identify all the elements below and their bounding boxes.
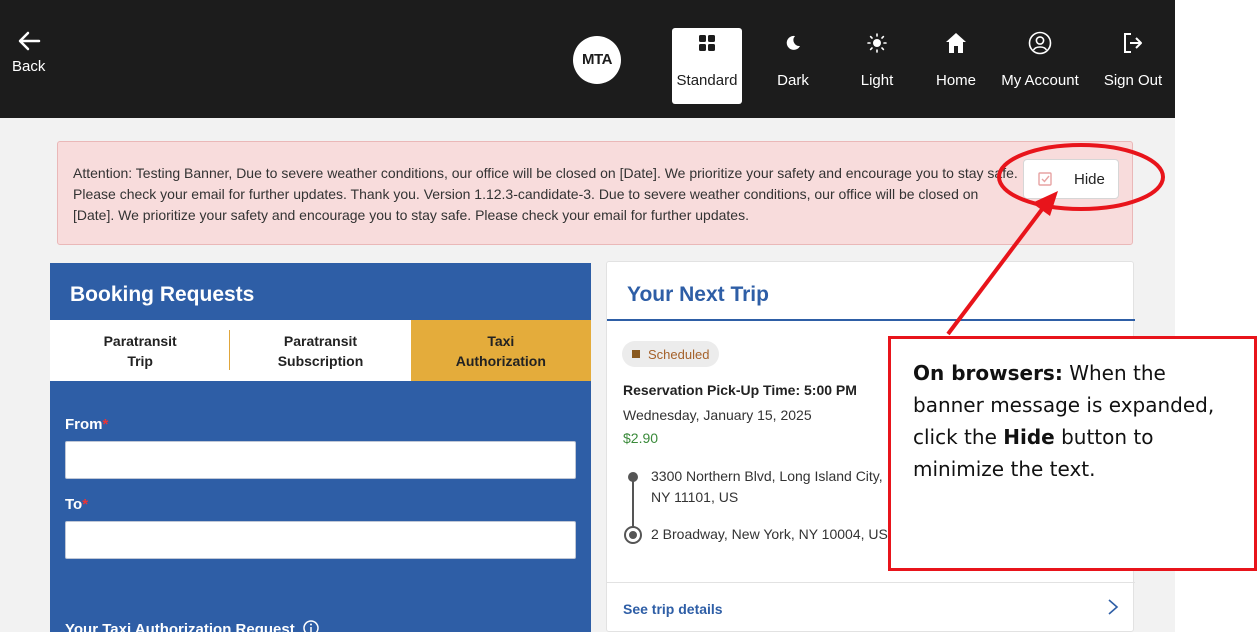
- destination-marker-icon: [624, 526, 642, 544]
- grid-icon: [672, 28, 742, 58]
- status-square-icon: [632, 350, 640, 358]
- to-input[interactable]: [65, 521, 576, 559]
- required-mark: *: [102, 416, 109, 433]
- nav-light-theme[interactable]: Light: [852, 28, 902, 102]
- back-button[interactable]: Back: [12, 30, 45, 75]
- nav-home-label: Home: [935, 72, 976, 89]
- sign-out-icon: [1098, 28, 1168, 58]
- origin-dot-icon: [628, 472, 638, 482]
- chevron-right-icon[interactable]: [1107, 598, 1119, 616]
- from-input[interactable]: [65, 441, 576, 479]
- account-icon: [994, 28, 1086, 58]
- title-underline: [607, 319, 1135, 321]
- hide-banner-button[interactable]: Hide: [1023, 159, 1119, 199]
- status-label: Scheduled: [648, 346, 710, 362]
- destination-address: 2 Broadway, New York, NY 10004, US: [651, 526, 888, 542]
- nav-dark-label: Dark: [777, 72, 809, 89]
- tab-label: Taxi Authorization: [455, 332, 546, 369]
- required-mark: *: [82, 496, 89, 513]
- see-trip-details-link[interactable]: See trip details: [623, 601, 723, 617]
- to-label: To*: [65, 496, 89, 513]
- nav-standard-theme[interactable]: Standard: [672, 28, 742, 104]
- nav-dark-theme[interactable]: Dark: [768, 28, 818, 102]
- arrow-left-icon: [18, 31, 40, 51]
- trip-fare: $2.90: [623, 430, 659, 446]
- booking-title: Booking Requests: [70, 283, 255, 306]
- nav-my-account[interactable]: My Account: [994, 28, 1086, 102]
- mta-logo: MTA: [573, 36, 621, 84]
- nav-sign-out[interactable]: Sign Out: [1098, 28, 1168, 102]
- booking-requests-card: Booking Requests Paratransit Trip Paratr…: [50, 263, 591, 632]
- collapse-icon: [1038, 172, 1052, 186]
- home-icon: [928, 28, 984, 58]
- tab-label: Paratransit Subscription: [277, 332, 364, 369]
- nav-sign-out-label: Sign Out: [1103, 72, 1163, 89]
- tab-taxi-authorization[interactable]: Taxi Authorization: [410, 320, 591, 381]
- pickup-time: Reservation Pick-Up Time: 5:00 PM: [623, 382, 857, 398]
- nav-my-account-label: My Account: [1001, 72, 1079, 89]
- tab-label: Paratransit Trip: [103, 332, 177, 369]
- banner-message: Attention: Testing Banner, Due to severe…: [73, 165, 1018, 223]
- top-navigation-bar: Back MTA Standard Dark Light Home My Acc…: [0, 0, 1175, 118]
- nav-light-label: Light: [860, 72, 894, 89]
- from-label: From*: [65, 416, 109, 433]
- callout-lead: On browsers:: [913, 361, 1063, 385]
- annotation-callout: On browsers: When the banner message is …: [888, 336, 1257, 571]
- trip-date: Wednesday, January 15, 2025: [623, 407, 812, 423]
- callout-hide-word: Hide: [1003, 425, 1055, 449]
- sun-icon: [852, 28, 902, 58]
- nav-standard-label: Standard: [676, 72, 738, 89]
- status-badge: Scheduled: [622, 341, 720, 367]
- tab-paratransit-trip[interactable]: Paratransit Trip: [50, 320, 231, 381]
- divider: [607, 582, 1135, 583]
- hide-button-label: Hide: [1074, 170, 1105, 188]
- moon-icon: [768, 28, 818, 58]
- alert-banner: Attention: Testing Banner, Due to severe…: [57, 141, 1133, 245]
- nav-home[interactable]: Home: [928, 28, 984, 102]
- back-label: Back: [12, 58, 46, 75]
- route-line: [632, 477, 634, 529]
- tab-paratransit-subscription[interactable]: Paratransit Subscription: [230, 320, 410, 381]
- booking-tabs: Paratransit Trip Paratransit Subscriptio…: [50, 320, 591, 381]
- taxi-authorization-request-heading: Your Taxi Authorization Request: [65, 620, 319, 632]
- next-trip-title: Your Next Trip: [627, 283, 769, 306]
- info-icon[interactable]: [303, 620, 319, 632]
- origin-address: 3300 Northern Blvd, Long Island City, NY…: [651, 468, 883, 505]
